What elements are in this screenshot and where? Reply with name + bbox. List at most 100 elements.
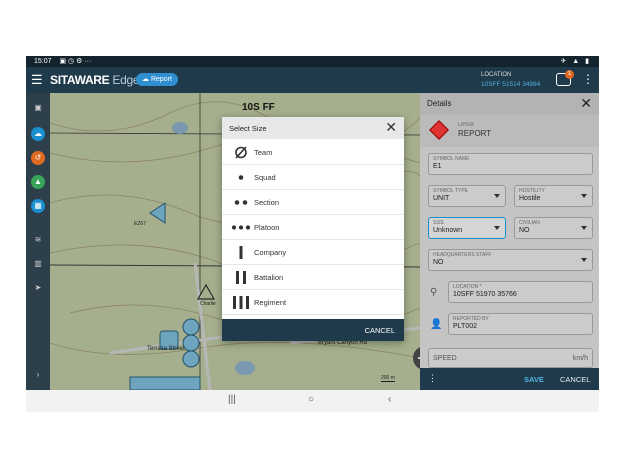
brand-bold: SITAWARE (50, 73, 110, 87)
size-option-label: Platoon (254, 223, 280, 232)
size-label: SIZE (433, 220, 445, 226)
hamburger-menu-icon[interactable]: ☰ (31, 72, 43, 88)
details-header: Details ✕ (420, 93, 599, 115)
left-toolbar: ▣ ☁ ↺ ▲ ▦ ≋ ▥ ➤ › (26, 93, 50, 390)
locate-arrow-icon[interactable]: ➤ (31, 281, 45, 295)
size-option-company[interactable]: Company (222, 240, 404, 265)
status-time: 15:07 (34, 58, 52, 65)
dialog-footer: CANCEL (222, 319, 404, 341)
more-options-icon[interactable]: ⋮ (582, 72, 594, 86)
status-bar: 15:07 ▣ ◷ ⚙ ··· ✈ ▲ ▮ (26, 56, 599, 67)
history-icon[interactable]: ↺ (31, 151, 45, 165)
hostility-select[interactable]: HOSTILITY Hostile (514, 185, 593, 207)
hostile-symbol-icon (429, 120, 449, 140)
layers-icon[interactable]: ≋ (31, 233, 45, 247)
layer-row: LAYER REPORT (420, 115, 599, 147)
reported-by-field[interactable]: REPORTED BY PLT002 (448, 313, 593, 335)
recents-icon[interactable]: ||| (228, 394, 236, 405)
symbol-name-label: SYMBOL NAME (433, 156, 470, 162)
map-label-terraza: Terraza Street (147, 346, 185, 352)
speed-field[interactable]: SPEED km/h (428, 348, 593, 368)
app-bar: ☰ SITAWARE Edge ☁ Report LOCATION 10SFF … (26, 67, 599, 93)
hq-staff-label: HEADQUARTERS STAFF (433, 252, 492, 258)
size-value: Unknown (433, 227, 463, 234)
size-select[interactable]: SIZE Unknown (428, 217, 506, 239)
cloud-report-icon[interactable]: ☁ (31, 127, 45, 141)
location-label: LOCATION (481, 72, 512, 78)
layers-select-icon[interactable]: ▣ (31, 101, 45, 115)
section-icon (234, 200, 248, 205)
headquarters-staff-select[interactable]: HEADQUARTERS STAFF NO (428, 249, 593, 271)
hostility-label: HOSTILITY (519, 188, 545, 194)
speed-unit: km/h (572, 355, 588, 362)
status-icons-left: ▣ ◷ ⚙ ··· (59, 58, 92, 65)
speed-label: SPEED (433, 355, 457, 362)
symbol-name-field[interactable]: SYMBOL NAME E1 (428, 153, 593, 175)
app-brand: SITAWARE Edge (50, 73, 140, 87)
chevron-down-icon (581, 194, 587, 198)
size-option-platoon[interactable]: Platoon (222, 215, 404, 240)
size-option-label: Regiment (254, 298, 287, 307)
size-option-section[interactable]: Section (222, 190, 404, 215)
battalion-icon (236, 271, 246, 284)
size-option-label: Team (254, 148, 273, 157)
map-label-ez67: EZ67 (134, 221, 146, 227)
home-icon[interactable]: ○ (308, 394, 314, 405)
company-icon (239, 246, 243, 259)
report-pill-label: Report (150, 76, 172, 83)
details-footer: ⋮ SAVE CANCEL (420, 368, 599, 390)
close-details-icon[interactable]: ✕ (580, 96, 592, 110)
size-option-squad[interactable]: Squad (222, 165, 404, 190)
layer-value: REPORT (458, 129, 492, 138)
hq-staff-value: NO (433, 259, 444, 266)
size-option-label: Section (254, 198, 280, 207)
size-option-label: Company (254, 248, 287, 257)
map-grid-label: 10S FF (242, 102, 275, 113)
map-icon[interactable]: ▥ (31, 257, 45, 271)
platoon-icon (231, 225, 251, 230)
reported-by-label: REPORTED BY (453, 316, 489, 322)
navigation-icon[interactable]: ▲ (31, 175, 45, 189)
calendar-icon[interactable]: ▦ (31, 199, 45, 213)
hostility-value: Hostile (519, 195, 541, 202)
civilian-label: CIVILIAN (519, 220, 540, 226)
map-scale: 200 m (381, 375, 395, 382)
chevron-down-icon (494, 226, 500, 230)
symbol-type-value: UNIT (433, 195, 450, 202)
dialog-cancel-button[interactable]: CANCEL (365, 326, 395, 335)
details-panel: Details ✕ LAYER REPORT SYMBOL NAME E1 SY… (420, 93, 599, 390)
location-field-value: 10SFF 51970 35766 (453, 291, 517, 298)
civilian-select[interactable]: CIVILIAN NO (514, 217, 593, 239)
size-option-label: Battalion (254, 273, 284, 282)
details-title: Details (427, 99, 452, 108)
regiment-icon (233, 296, 249, 309)
dialog-title: Select Size (229, 124, 267, 133)
location-value: 10SFF 51514 34994 (481, 81, 541, 88)
save-button[interactable]: SAVE (524, 375, 544, 384)
close-dialog-icon[interactable]: ✕ (385, 120, 397, 134)
location-field-label: LOCATION * (453, 284, 482, 290)
size-option-regiment[interactable]: Regiment (222, 290, 404, 315)
dialog-header: Select Size ✕ (222, 117, 404, 139)
chevron-down-icon (581, 226, 587, 230)
location-field[interactable]: LOCATION * 10SFF 51970 35766 (448, 281, 593, 303)
size-option-team[interactable]: Team (222, 140, 404, 165)
symbol-type-select[interactable]: SYMBOL TYPE UNIT (428, 185, 506, 207)
footer-more-icon[interactable]: ⋮ (428, 373, 437, 384)
size-option-battalion[interactable]: Battalion (222, 265, 404, 290)
size-option-label: Squad (254, 173, 276, 182)
team-icon (235, 146, 247, 159)
android-nav-bar: ||| ○ ‹ (26, 390, 599, 412)
squad-icon (238, 175, 244, 180)
symbol-name-value: E1 (433, 163, 442, 170)
person-icon: 👤 (430, 319, 443, 330)
map-label-charlie: Charlie (200, 301, 216, 307)
location-pin-icon: ⚲ (430, 287, 438, 298)
cancel-button[interactable]: CANCEL (560, 375, 590, 384)
expand-chevron-icon[interactable]: › (31, 368, 45, 382)
civilian-value: NO (519, 227, 530, 234)
back-icon[interactable]: ‹ (388, 394, 391, 405)
report-pill-button[interactable]: ☁ Report (136, 73, 178, 86)
symbol-type-label: SYMBOL TYPE (433, 188, 469, 194)
select-size-dialog: Select Size ✕ Team Squad Section Platoon (222, 117, 404, 341)
